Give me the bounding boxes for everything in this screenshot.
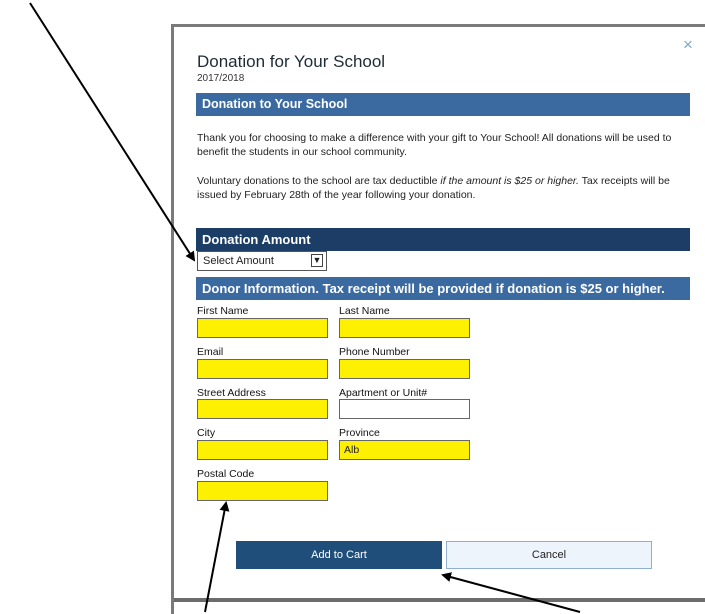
email-field[interactable] [197,359,328,379]
add-to-cart-button[interactable]: Add to Cart [236,541,442,569]
chevron-down-icon[interactable]: ▼ [311,254,323,267]
dialog-title: Donation for Your School [197,52,386,71]
close-icon[interactable]: × [683,36,693,53]
donation-amount-header: Donation Amount [196,228,690,251]
street-address-field[interactable] [197,399,328,419]
city-field[interactable] [197,440,328,460]
tax-info-prefix: Voluntary donations to the school are ta… [197,175,441,187]
cancel-button[interactable]: Cancel [446,541,652,569]
province-value: Alb [344,444,360,456]
last-name-field[interactable] [339,318,470,338]
postal-code-label: Postal Code [197,468,255,480]
donation-amount-select[interactable]: Select Amount ▼ [197,251,327,271]
city-label: City [197,427,216,439]
postal-code-field[interactable] [197,481,328,501]
tax-info-paragraph: Voluntary donations to the school are ta… [197,174,691,202]
first-name-field[interactable] [197,318,328,338]
donation-section-header: Donation to Your School [196,93,690,116]
province-label: Province [339,427,380,439]
first-name-label: First Name [197,305,249,317]
tax-info-emphasis: if the amount is $25 or higher. [440,175,579,187]
school-year: 2017/2018 [197,73,245,84]
email-label: Email [197,346,224,358]
donor-info-header: Donor Information. Tax receipt will be p… [196,277,690,300]
last-name-label: Last Name [339,305,390,317]
donation-amount-selected: Select Amount [203,255,274,267]
thank-you-paragraph: Thank you for choosing to make a differe… [197,132,672,158]
province-field[interactable]: Alb [339,440,470,460]
dialog-bottom-border [174,598,705,602]
arrow-to-amount-select [29,2,196,262]
street-address-label: Street Address [197,387,266,399]
apartment-label: Apartment or Unit# [339,387,428,399]
apartment-field[interactable] [339,399,470,419]
phone-field[interactable] [339,359,470,379]
phone-label: Phone Number [339,346,410,358]
